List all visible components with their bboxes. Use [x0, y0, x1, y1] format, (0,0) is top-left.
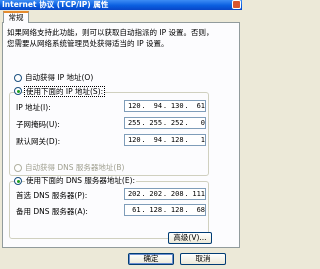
- title-bar: Internet 协议 (TCP/IP) 属性: [0, 0, 242, 10]
- description-line-2: 您需要从网络系统管理员处获得适当的 IP 设置。: [7, 39, 169, 48]
- tab-general[interactable]: 常规: [3, 11, 29, 23]
- ip-octet: 61: [196, 102, 206, 110]
- alternate-dns-input[interactable]: 61. 128. 128. 68: [124, 204, 206, 216]
- ip-octet: 94: [153, 136, 163, 144]
- manual-ip-label[interactable]: 使用下面的 IP 地址(S):: [24, 86, 106, 97]
- preferred-dns-input[interactable]: 202. 202. 208. 111: [124, 188, 206, 200]
- tab-general-label: 常规: [8, 13, 24, 22]
- ip-octet: 128: [170, 206, 184, 214]
- advanced-button[interactable]: 高级(V)...: [168, 232, 212, 244]
- auto-ip-radio[interactable]: [14, 74, 22, 82]
- ip-octet: 128: [170, 136, 184, 144]
- ip-octet: 130: [170, 102, 184, 110]
- subnet-mask-label: 子网掩码(U):: [16, 120, 60, 129]
- subnet-mask-input[interactable]: 255. 255. 252. 0: [124, 117, 206, 129]
- ip-octet: 202: [127, 190, 141, 198]
- ip-octet: 252: [170, 119, 184, 127]
- ip-octet: 208: [170, 190, 184, 198]
- alternate-dns-label: 备用 DNS 服务器(A):: [16, 207, 88, 216]
- manual-dns-radio[interactable]: [14, 177, 22, 185]
- ip-octet: 68: [196, 206, 206, 214]
- auto-dns-radio: [14, 164, 22, 172]
- ip-address-label: IP 地址(I):: [16, 103, 51, 112]
- ip-octet: 1: [200, 136, 206, 144]
- window-title: Internet 协议 (TCP/IP) 属性: [2, 0, 109, 9]
- auto-dns-label: 自动获得 DNS 服务器地址(B): [25, 163, 125, 172]
- ip-address-input[interactable]: 120. 94. 130. 61: [124, 100, 206, 112]
- close-button[interactable]: [232, 0, 241, 9]
- manual-ip-radio[interactable]: [14, 87, 22, 95]
- preferred-dns-label: 首选 DNS 服务器(P):: [16, 191, 88, 200]
- ip-octet: 94: [153, 102, 163, 110]
- default-gateway-input[interactable]: 120. 94. 128. 1: [124, 134, 206, 146]
- ip-octet: 202: [149, 190, 163, 198]
- ip-octet: 255: [127, 119, 141, 127]
- auto-ip-label[interactable]: 自动获得 IP 地址(O): [25, 73, 93, 82]
- description-line-1: 如果网络支持此功能，则可以获取自动指派的 IP 设置。否则，: [7, 28, 214, 37]
- ip-octet: 255: [149, 119, 163, 127]
- ip-octet: 120: [127, 136, 141, 144]
- description-text: 如果网络支持此功能，则可以获取自动指派的 IP 设置。否则， 您需要从网络系统管…: [7, 27, 233, 49]
- cancel-button[interactable]: 取消: [180, 253, 226, 265]
- ip-octet: 0: [200, 119, 206, 127]
- ip-octet: 128: [149, 206, 163, 214]
- ip-octet: 120: [127, 102, 141, 110]
- ok-button[interactable]: 确定: [128, 253, 174, 265]
- ip-octet: 61: [132, 206, 141, 214]
- ip-octet: 111: [192, 190, 206, 198]
- manual-dns-label[interactable]: 使用下面的 DNS 服务器地址(E):: [25, 176, 137, 185]
- default-gateway-label: 默认网关(D):: [16, 137, 61, 146]
